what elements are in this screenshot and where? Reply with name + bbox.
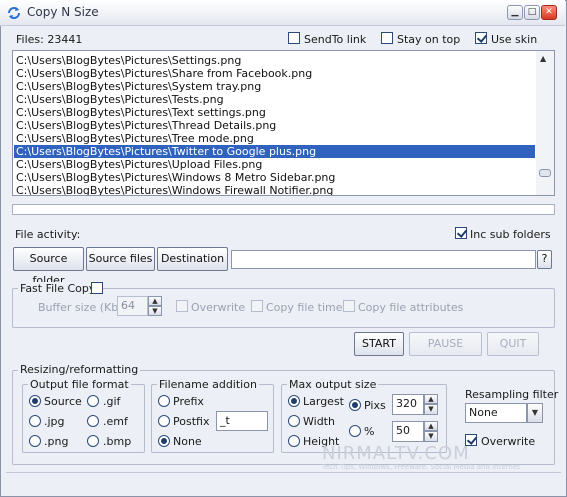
fast-overwrite-checkbox[interactable] xyxy=(176,300,188,312)
output-format-label: Output file format xyxy=(28,378,131,391)
list-item[interactable]: C:\Users\BlogBytes\Pictures\Windows 8 Me… xyxy=(16,171,335,184)
filename-label: Filename addition xyxy=(157,378,259,391)
list-item[interactable]: C:\Users\BlogBytes\Pictures\Tests.png xyxy=(16,93,224,106)
format-gif-label: .gif xyxy=(103,395,121,408)
percent-up-icon[interactable]: ▲ xyxy=(424,421,438,431)
format-bmp-label: .bmp xyxy=(103,435,132,448)
file-activity-label: File activity: xyxy=(15,228,81,241)
format-emf-radio[interactable] xyxy=(87,415,99,427)
list-item[interactable]: C:\Users\BlogBytes\Pictures\Tree mode.pn… xyxy=(16,132,254,145)
buffer-down-icon[interactable]: ▼ xyxy=(148,306,162,316)
percent-field[interactable]: 50 xyxy=(392,421,424,442)
stay-on-top-label: Stay on top xyxy=(397,33,461,46)
largest-label: Largest xyxy=(303,395,344,408)
resample-select[interactable]: None xyxy=(465,403,527,423)
resizing-label: Resizing/reformatting xyxy=(18,363,141,376)
percent-radio[interactable] xyxy=(349,425,361,437)
fast-copy-label: Fast File Copy xyxy=(18,282,98,295)
postfix-radio[interactable] xyxy=(158,415,170,427)
file-listbox[interactable]: C:\Users\BlogBytes\Pictures\Settings.png… xyxy=(12,50,555,196)
chevron-down-icon[interactable]: ▼ xyxy=(527,403,543,423)
format-jpg-label: .jpg xyxy=(44,415,65,428)
fast-copy-checkbox[interactable] xyxy=(91,282,103,294)
source-files-button[interactable]: Source files xyxy=(86,247,155,271)
width-label: Width xyxy=(303,415,335,428)
resample-label: Resampling filter xyxy=(465,388,559,401)
use-skin-label: Use skin xyxy=(491,33,538,46)
none-label: None xyxy=(173,435,202,448)
files-count: Files: 23441 xyxy=(16,33,83,46)
max-size-label: Max output size xyxy=(287,378,379,391)
pixs-field[interactable]: 320 xyxy=(392,394,424,415)
format-source-label: Source xyxy=(44,395,82,408)
stay-on-top-checkbox[interactable] xyxy=(381,32,393,44)
watermark-tagline: Tech Tips, Windows, Freeware, Social Med… xyxy=(322,463,520,471)
format-png-radio[interactable] xyxy=(29,435,41,447)
scroll-up-icon[interactable]: ▲ xyxy=(540,54,546,63)
list-item[interactable]: C:\Users\BlogBytes\Pictures\System tray.… xyxy=(16,80,261,93)
use-skin-checkbox[interactable] xyxy=(475,32,487,44)
width-radio[interactable] xyxy=(288,415,300,427)
height-radio[interactable] xyxy=(288,435,300,447)
scroll-thumb[interactable] xyxy=(539,169,551,177)
format-jpg-radio[interactable] xyxy=(29,415,41,427)
fast-overwrite-label: Overwrite xyxy=(191,301,246,314)
format-bmp-radio[interactable] xyxy=(87,435,99,447)
buffer-up-icon[interactable]: ▲ xyxy=(148,296,162,306)
format-gif-radio[interactable] xyxy=(87,395,99,407)
largest-radio[interactable] xyxy=(288,395,300,407)
help-button[interactable]: ? xyxy=(537,250,552,269)
buffer-size-label: Buffer size (Kb) xyxy=(38,301,123,314)
minimize-button[interactable]: ▁ xyxy=(507,5,523,20)
list-item-selected[interactable]: C:\Users\BlogBytes\Pictures\Twitter to G… xyxy=(14,145,535,158)
start-button[interactable]: START xyxy=(354,332,404,356)
quit-button[interactable]: QUIT xyxy=(487,332,539,356)
prefix-label: Prefix xyxy=(173,395,204,408)
list-item[interactable]: C:\Users\BlogBytes\Pictures\Settings.png xyxy=(16,54,241,67)
pixs-label: Pixs xyxy=(364,399,386,412)
resize-overwrite-label: Overwrite xyxy=(481,435,536,448)
copy-times-checkbox[interactable] xyxy=(251,300,263,312)
pixs-up-icon[interactable]: ▲ xyxy=(424,394,438,404)
postfix-field[interactable]: _t xyxy=(216,411,268,431)
inc-sub-folders-checkbox[interactable] xyxy=(455,227,467,239)
pause-button[interactable]: PAUSE xyxy=(409,332,482,356)
destination-button[interactable]: Destination xyxy=(157,247,228,271)
postfix-label: Postfix xyxy=(173,415,210,428)
watermark-brand: NIRMALTV.COM xyxy=(322,443,470,464)
list-scrollbar[interactable]: ▲ xyxy=(536,51,554,195)
source-folder-button[interactable]: Source folder xyxy=(13,247,84,287)
pixs-down-icon[interactable]: ▼ xyxy=(424,404,438,415)
list-item[interactable]: C:\Users\BlogBytes\Pictures\Text setting… xyxy=(16,106,266,119)
maximize-button[interactable]: □ xyxy=(524,5,540,20)
sendto-checkbox[interactable] xyxy=(288,32,300,44)
copy-times-label: Copy file times xyxy=(266,301,349,314)
status-bar xyxy=(6,472,561,488)
none-radio[interactable] xyxy=(158,435,170,447)
buffer-size-field[interactable]: 64 xyxy=(117,296,148,316)
format-source-radio[interactable] xyxy=(29,395,41,407)
prefix-radio[interactable] xyxy=(158,395,170,407)
progress-bar xyxy=(12,204,555,215)
list-item[interactable]: C:\Users\BlogBytes\Pictures\Upload Files… xyxy=(16,158,262,171)
close-button[interactable]: ✕ xyxy=(541,5,557,20)
refresh-app-icon xyxy=(8,7,20,19)
percent-label: % xyxy=(364,425,375,438)
format-png-label: .png xyxy=(44,435,69,448)
list-item[interactable]: C:\Users\BlogBytes\Pictures\Share from F… xyxy=(16,67,312,80)
list-item[interactable]: C:\Users\BlogBytes\Pictures\Windows Fire… xyxy=(16,184,333,195)
pixs-radio[interactable] xyxy=(349,399,361,411)
copy-attrs-label: Copy file attributes xyxy=(358,301,464,314)
destination-field[interactable] xyxy=(231,250,536,269)
window-title: Copy N Size xyxy=(27,5,99,19)
inc-sub-folders-label: Inc sub folders xyxy=(470,228,551,241)
percent-down-icon[interactable]: ▼ xyxy=(424,431,438,442)
copy-attrs-checkbox[interactable] xyxy=(343,300,355,312)
list-item[interactable]: C:\Users\BlogBytes\Pictures\Thread Detai… xyxy=(16,119,276,132)
format-emf-label: .emf xyxy=(103,415,128,428)
sendto-label: SendTo link xyxy=(304,33,367,46)
